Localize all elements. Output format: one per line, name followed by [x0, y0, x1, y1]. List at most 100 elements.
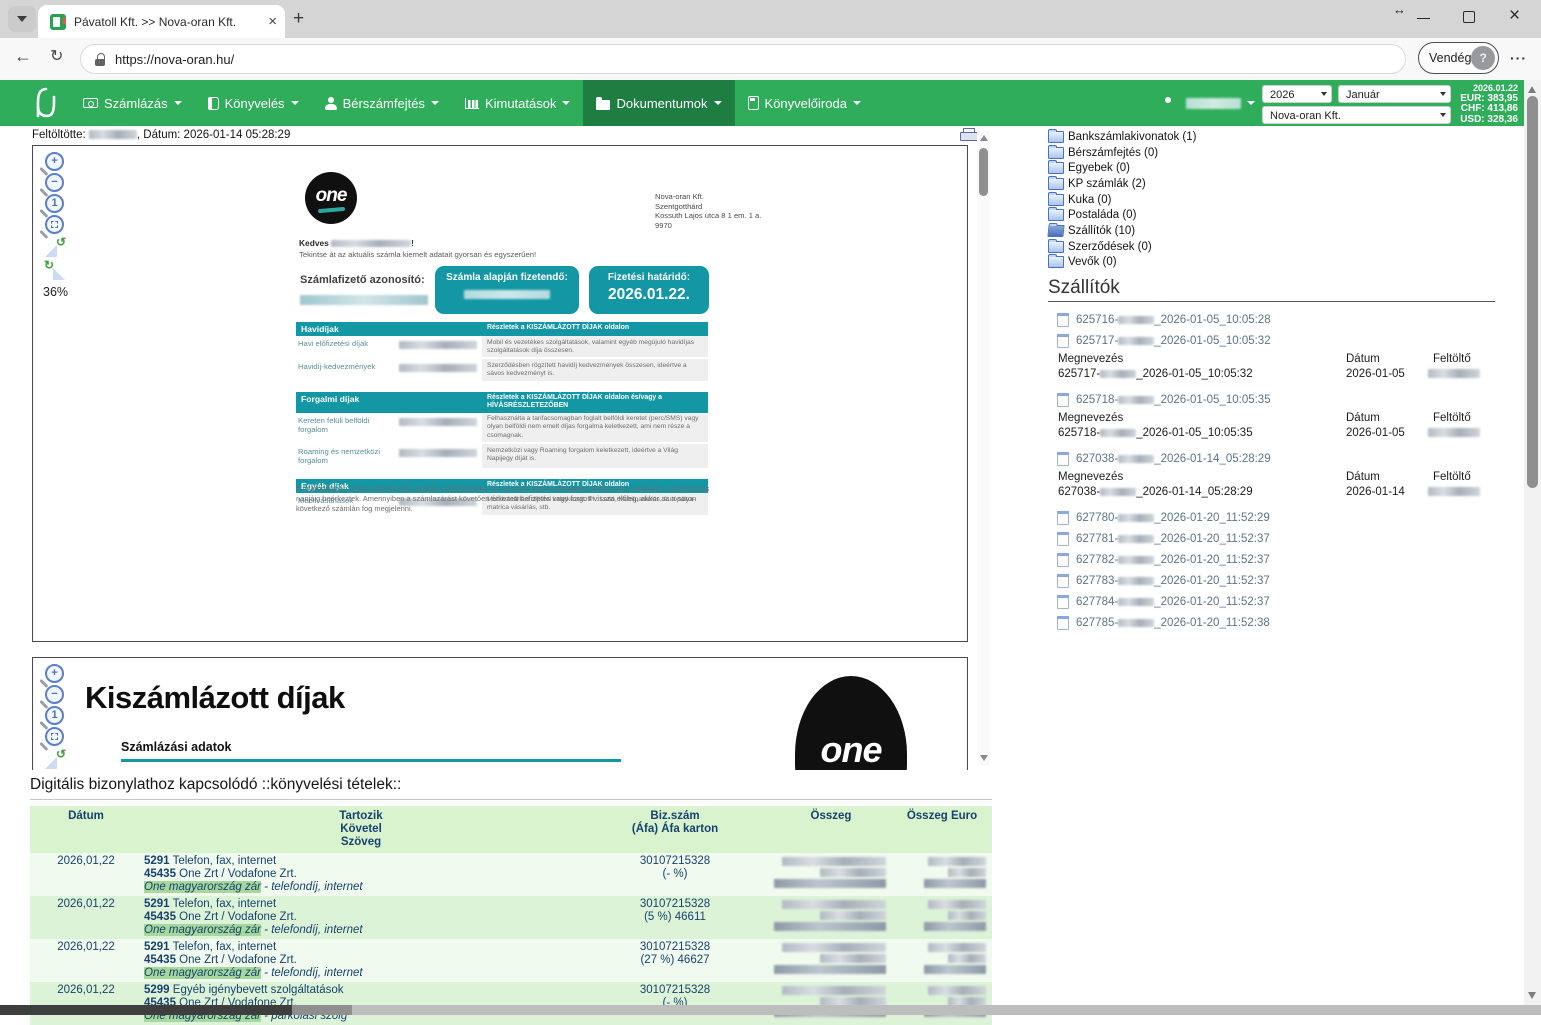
- row-description: Nemzetközi vagy Roaming forgalom keletke…: [482, 444, 708, 468]
- site-favicon-icon: [50, 14, 66, 30]
- file-name: 625717-_2026-01-05_10:05:32: [1076, 335, 1271, 347]
- page2-subtitle-underline: [121, 759, 621, 762]
- row-osszeg: [770, 853, 892, 896]
- rate-usd: USD: 328,36: [1452, 115, 1518, 126]
- menu-item[interactable]: Bérszámfejtés: [312, 80, 452, 126]
- file-item[interactable]: 627780-_2026-01-20_11:52:29: [1048, 507, 1518, 528]
- scroll-down-icon[interactable]: [980, 755, 988, 761]
- tab-resize-icon[interactable]: ↔: [1393, 2, 1406, 17]
- scrollbar-thumb[interactable]: [1527, 96, 1538, 488]
- rotate-left-button[interactable]: ↺: [44, 242, 66, 257]
- new-tab-button[interactable]: +: [293, 8, 304, 30]
- month-select[interactable]: Január: [1338, 85, 1451, 103]
- zoom-in-button[interactable]: +: [45, 664, 64, 683]
- document-viewer-page1: + − 1 ↺ ↻ 36% one Nova-oran Kft. Szentgo…: [32, 145, 968, 642]
- reload-button[interactable]: ↻: [50, 46, 63, 66]
- ledger-row[interactable]: 2026,01,22 5291 Telefon, fax, internet 4…: [30, 853, 992, 896]
- row-amount-redacted: [399, 341, 477, 349]
- folder-item[interactable]: Bankszámlakivonatok (1): [1048, 129, 1518, 145]
- browser-tab[interactable]: Pávatoll Kft. >> Nova-oran Kft. ×: [38, 5, 285, 38]
- menu-item[interactable]: Kimutatások: [452, 80, 584, 126]
- rotate-right-button[interactable]: ↻: [44, 265, 66, 280]
- back-button[interactable]: ←: [14, 46, 32, 67]
- fit-page-button[interactable]: [45, 727, 64, 746]
- file-item[interactable]: 627782-_2026-01-20_11:52:37: [1048, 549, 1518, 570]
- menu-item[interactable]: Számlázás: [70, 80, 195, 126]
- scrollbar-thumb[interactable]: [979, 148, 988, 196]
- actual-size-button[interactable]: 1: [45, 706, 64, 725]
- folder-item[interactable]: Szállítók (10): [1048, 223, 1518, 239]
- company-select[interactable]: Nova-oran Kft.: [1262, 106, 1451, 124]
- menu-item-icon: [596, 100, 610, 110]
- address-bar[interactable]: https://nova-oran.hu/: [80, 44, 1406, 74]
- fit-page-button[interactable]: [45, 215, 64, 234]
- chevron-down-icon: [562, 101, 570, 105]
- folder-item[interactable]: Kuka (0): [1048, 192, 1518, 208]
- horizontal-scrollbar[interactable]: [0, 1005, 1541, 1015]
- file-item[interactable]: 627783-_2026-01-20_11:52:37: [1048, 570, 1518, 591]
- folder-item[interactable]: Vevők (0): [1048, 255, 1518, 271]
- folder-item[interactable]: Egyebek (0): [1048, 160, 1518, 176]
- file-item[interactable]: 627038-_2026-01-14_05:28:29: [1048, 448, 1518, 469]
- file-entry: 627783-_2026-01-20_11:52:37: [1048, 570, 1518, 591]
- actual-size-button[interactable]: 1: [45, 194, 64, 213]
- header-bizszam: Biz.szám (Áfa) Áfa karton: [580, 806, 770, 853]
- window-scrollbar[interactable]: [1524, 80, 1541, 1005]
- menu-item[interactable]: Könyvelés: [195, 80, 312, 126]
- window-maximize-button[interactable]: [1463, 11, 1475, 23]
- zoom-out-button[interactable]: −: [45, 173, 64, 192]
- file-item[interactable]: 627781-_2026-01-20_11:52:37: [1048, 528, 1518, 549]
- zoom-level: 36%: [43, 285, 70, 299]
- folder-label: Vevők (0): [1068, 256, 1117, 268]
- scroll-down-icon[interactable]: [1528, 992, 1536, 999]
- browser-profile-button[interactable]: Vendég ?: [1418, 42, 1499, 74]
- tab-close-icon[interactable]: ×: [268, 13, 277, 30]
- folder-label: Bankszámlakivonatok (1): [1068, 131, 1196, 143]
- menu-item[interactable]: Könyvelőiroda: [735, 80, 874, 126]
- ledger-row[interactable]: 2026,01,22 5291 Telefon, fax, internet 4…: [30, 939, 992, 982]
- file-name: 625718-_2026-01-05_10:05:35: [1076, 394, 1271, 406]
- file-name: 627780-_2026-01-20_11:52:29: [1076, 512, 1270, 524]
- document-icon: [1057, 452, 1069, 466]
- menu-item[interactable]: Dokumentumok: [583, 80, 734, 126]
- file-item[interactable]: 625718-_2026-01-05_10:05:35: [1048, 389, 1518, 410]
- row-accounts: 5299 Egyéb igénybevett szolgáltatások 45…: [142, 982, 580, 1025]
- file-name: 627784-_2026-01-20_11:52:37: [1076, 596, 1270, 608]
- file-details: Megnevezés 625718-_2026-01-05_10:05:35 D…: [1058, 411, 1518, 441]
- zoom-in-button[interactable]: +: [45, 152, 64, 171]
- file-name: 625716-_2026-01-05_10:05:28: [1076, 314, 1271, 326]
- scroll-up-icon[interactable]: [1528, 86, 1536, 93]
- row-osszeg-euro: [892, 853, 992, 896]
- viewer-scrollbar[interactable]: [977, 131, 990, 765]
- document-icon: [1057, 313, 1069, 327]
- scroll-up-icon[interactable]: [980, 135, 988, 141]
- folder-item[interactable]: Bérszámfejtés (0): [1048, 145, 1518, 161]
- section-title: Forgalmi díjak: [296, 392, 482, 413]
- year-select[interactable]: 2026: [1262, 85, 1332, 103]
- ledger-row[interactable]: 2026,01,22 5291 Telefon, fax, internet 4…: [30, 896, 992, 939]
- row-description: Szerződésben rögzített havidíj kedvezmén…: [482, 359, 708, 380]
- scrollbar-thumb[interactable]: [0, 1005, 292, 1015]
- ledger-row[interactable]: 2026,01,22 5299 Egyéb igénybevett szolgá…: [30, 982, 992, 1025]
- folder-item[interactable]: KP számlák (2): [1048, 176, 1518, 192]
- file-item[interactable]: 625716-_2026-01-05_10:05:28: [1048, 309, 1518, 330]
- file-item[interactable]: 625717-_2026-01-05_10:05:32: [1048, 330, 1518, 351]
- file-item[interactable]: 627785-_2026-01-20_11:52:38: [1048, 612, 1518, 633]
- section-details: Részletek a KISZÁMLÁZOTT DÍJAK oldalon é…: [482, 392, 708, 413]
- rotate-left-button[interactable]: ↺: [44, 754, 66, 769]
- browser-menu-button[interactable]: ···: [1510, 50, 1527, 66]
- window-close-button[interactable]: ×: [1509, 5, 1520, 27]
- user-menu-chevron-icon[interactable]: [1247, 101, 1255, 105]
- invoice-intro: Tekintse át az aktuális számla kiemelt a…: [299, 250, 536, 259]
- document-icon: [1057, 616, 1069, 630]
- file-item[interactable]: 627784-_2026-01-20_11:52:37: [1048, 591, 1518, 612]
- window-minimize-button[interactable]: [1417, 18, 1430, 19]
- row-amount-redacted: [399, 418, 477, 426]
- print-icon[interactable]: [960, 128, 976, 142]
- tab-list-chevron-button[interactable]: [8, 6, 36, 32]
- row-osszeg: [770, 939, 892, 982]
- folder-item[interactable]: Postaláda (0): [1048, 207, 1518, 223]
- zoom-out-button[interactable]: −: [45, 685, 64, 704]
- folder-icon: [1048, 241, 1064, 253]
- folder-item[interactable]: Szerződések (0): [1048, 239, 1518, 255]
